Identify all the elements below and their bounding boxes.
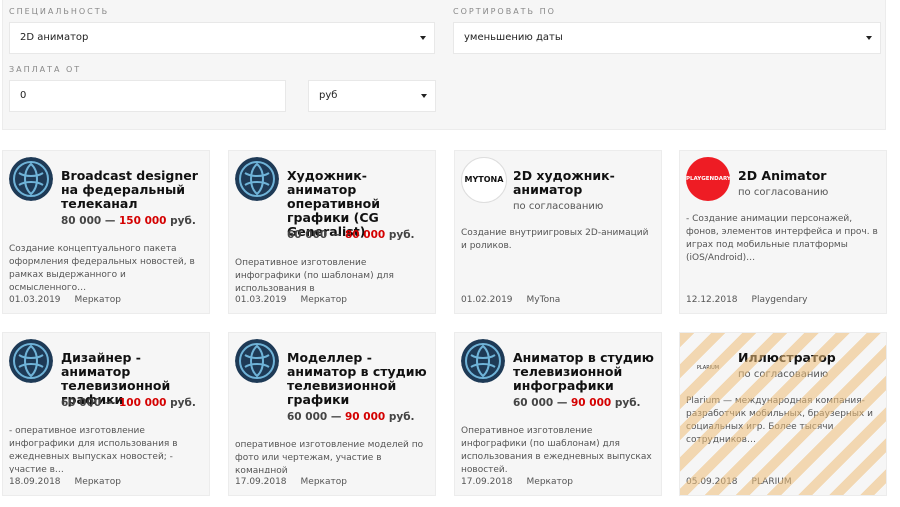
job-card[interactable]: PLARIUM Иллюстратор по согласованию Plarium… (679, 332, 887, 496)
job-description: Оперативное изготовление инфографики (по… (235, 258, 394, 291)
job-meta: 18.09.2018 Меркатор (9, 477, 135, 487)
company-name: Меркатор (300, 295, 347, 305)
salary-range: 60 000 — 100 000 руб. (61, 397, 196, 409)
playgendary-logo: PLAYGENDARY (686, 157, 730, 201)
job-meta: 01.02.2019 MyTona (461, 295, 574, 305)
pay-label: Заплата от (9, 65, 82, 74)
salary-range: 60 000 — 90 000 руб. (287, 411, 415, 423)
job-meta: 05.09.2018 PLARIUM (686, 477, 806, 487)
chevron-down-icon (420, 36, 426, 40)
job-date: 17.09.2018 (235, 477, 287, 487)
job-date: 01.03.2019 (9, 295, 61, 305)
mytona-logo: MYTONA (461, 157, 507, 203)
salary-negotiable: по согласованию (513, 201, 604, 212)
salary-to: 90 000 (345, 411, 386, 423)
company-name: Меркатор (74, 477, 121, 487)
job-description: оперативное изготовление моделей по фото… (235, 440, 424, 473)
plarium-logo: PLARIUM (696, 365, 720, 371)
job-card[interactable]: Аниматор в студию телевизионной инфограф… (454, 332, 662, 496)
salary-to: 100 000 (119, 397, 167, 409)
salary-from: 80 000 (61, 215, 102, 227)
chevron-down-icon (866, 36, 872, 40)
specialty-value: 2D аниматор (20, 32, 89, 43)
salary-from: 60 000 (61, 397, 102, 409)
salary-range: 60 000 — 90 000 руб. (513, 397, 641, 409)
job-date: 01.02.2019 (461, 295, 513, 305)
job-meta: 01.03.2019 Меркатор (235, 295, 361, 305)
job-title[interactable]: 2D Animator (738, 169, 884, 183)
chevron-down-icon (421, 94, 427, 98)
job-card[interactable]: Broadcast designer на федеральный телека… (2, 150, 210, 314)
job-meta: 17.09.2018 Меркатор (461, 477, 587, 487)
job-description: Создание концептуального пакета оформлен… (9, 244, 195, 291)
job-card[interactable]: MYTONA 2D художник-аниматор по согласовани… (454, 150, 662, 314)
job-date: 18.09.2018 (9, 477, 61, 487)
company-name: Playgendary (751, 295, 808, 305)
pay-input[interactable]: 0 (9, 80, 286, 112)
job-date: 01.03.2019 (235, 295, 287, 305)
salary-currency: руб. (388, 411, 415, 423)
job-date: 17.09.2018 (461, 477, 513, 487)
company-name: MyTona (526, 295, 561, 305)
salary-currency: руб. (170, 215, 196, 227)
merkator-logo (235, 339, 279, 383)
job-date: 12.12.2018 (686, 295, 738, 305)
job-description: Создание внутриигровых 2D-анимаций и рол… (461, 228, 649, 251)
merkator-logo (235, 157, 279, 201)
job-description: Plarium — международная компания-разрабо… (686, 396, 873, 445)
sort-label: Сортировать по (453, 7, 556, 16)
sort-value: уменьшению даты (464, 32, 563, 43)
currency-value: руб (319, 90, 338, 101)
salary-from: 60 000 (287, 229, 328, 241)
job-description: - Создание анимации персонажей, фонов, э… (686, 214, 878, 263)
job-title[interactable]: Broadcast designer на федеральный телека… (61, 169, 207, 211)
merkator-logo (9, 339, 53, 383)
company-name: Меркатор (74, 295, 121, 305)
job-meta: 01.03.2019 Меркатор (9, 295, 135, 305)
merkator-logo (9, 157, 53, 201)
job-card[interactable]: Дизайнер - аниматор телевизионной график… (2, 332, 210, 496)
company-name: Меркатор (300, 477, 347, 487)
salary-to: 90 000 (571, 397, 612, 409)
currency-select[interactable]: руб (308, 80, 436, 112)
company-name: Меркатор (526, 477, 573, 487)
sort-select[interactable]: уменьшению даты (453, 22, 881, 54)
job-meta: 12.12.2018 Playgendary (686, 295, 822, 305)
salary-from: 60 000 (287, 411, 328, 423)
job-title[interactable]: Иллюстратор (738, 351, 884, 365)
job-card[interactable]: Моделлер - аниматор в студию телевизионн… (228, 332, 436, 496)
specialty-select[interactable]: 2D аниматор (9, 22, 435, 54)
merkator-logo (461, 339, 505, 383)
salary-negotiable: по согласованию (738, 187, 829, 198)
job-date: 05.09.2018 (686, 477, 738, 487)
specialty-label: Специальность (9, 7, 110, 16)
salary-currency: руб. (388, 229, 415, 241)
salary-currency: руб. (614, 397, 641, 409)
salary-range: 60 000 — 80 000 руб. (287, 229, 415, 241)
job-title[interactable]: Аниматор в студию телевизионной инфограф… (513, 351, 659, 393)
job-card[interactable]: PLAYGENDARY 2D Animator по согласованию - С… (679, 150, 887, 314)
salary-to: 150 000 (119, 215, 167, 227)
job-meta: 17.09.2018 Меркатор (235, 477, 361, 487)
filter-panel: Специальность 2D аниматор Сортировать по… (2, 0, 886, 130)
salary-from: 60 000 (513, 397, 554, 409)
job-card[interactable]: Художник-аниматор оперативной графики (C… (228, 150, 436, 314)
salary-currency: руб. (170, 397, 196, 409)
job-description: Оперативное изготовление инфографики (по… (461, 426, 652, 473)
salary-range: 80 000 — 150 000 руб. (61, 215, 196, 227)
job-title[interactable]: Моделлер - аниматор в студию телевизионн… (287, 351, 433, 407)
salary-negotiable: по согласованию (738, 369, 829, 380)
job-title[interactable]: 2D художник-аниматор (513, 169, 659, 197)
job-description: - оперативное изготовление инфографики д… (9, 426, 178, 473)
company-name: PLARIUM (751, 477, 792, 487)
salary-to: 80 000 (345, 229, 386, 241)
